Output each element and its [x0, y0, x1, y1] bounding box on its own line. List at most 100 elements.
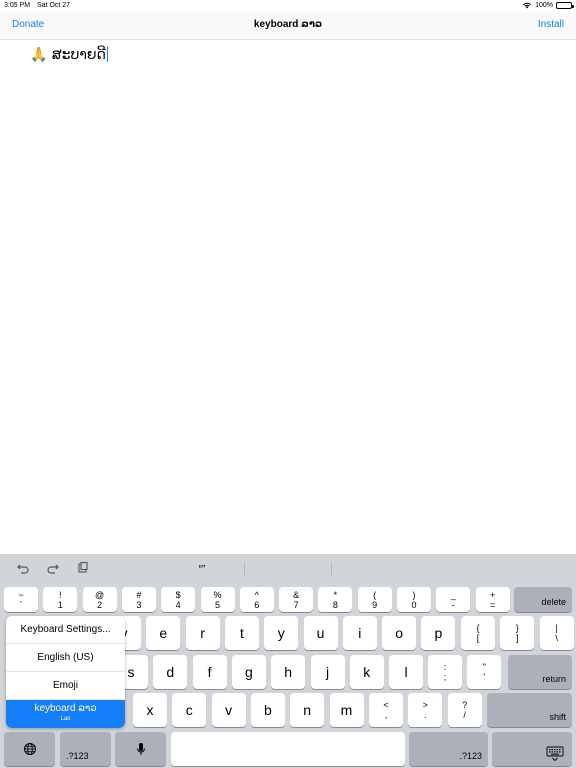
- key-glyphs: % 5: [213, 590, 221, 610]
- letter-key[interactable]: l: [389, 655, 424, 689]
- key-base-glyph: .: [424, 710, 427, 720]
- number-key[interactable]: + =: [475, 587, 510, 612]
- punctuation-key[interactable]: <,: [369, 693, 403, 727]
- bracket-key[interactable]: | \: [539, 616, 574, 650]
- letter-key[interactable]: u: [303, 616, 338, 650]
- letter-key[interactable]: r: [185, 616, 220, 650]
- letter-key[interactable]: h: [271, 655, 306, 689]
- key-shift-glyph: |: [555, 623, 558, 633]
- punctuation-key[interactable]: " ': [467, 655, 502, 689]
- key-shift-glyph: *: [333, 589, 338, 600]
- bracket-key[interactable]: {[: [461, 616, 495, 650]
- quote-suggestion[interactable]: “”: [192, 564, 212, 575]
- letter-key[interactable]: n: [290, 693, 325, 727]
- letter-key[interactable]: o: [382, 616, 417, 650]
- key-shift-glyph: @: [95, 589, 105, 600]
- menu-item-english-us[interactable]: English (US): [6, 644, 125, 672]
- letter-key[interactable]: t: [224, 616, 259, 650]
- status-right: 100%: [522, 1, 574, 9]
- menu-item-keyboard-settings[interactable]: Keyboard Settings...: [6, 616, 125, 644]
- globe-key[interactable]: [4, 732, 55, 766]
- number-key[interactable]: $4: [161, 587, 196, 612]
- key-shift-glyph: <: [383, 700, 389, 710]
- key-shift-glyph: !: [59, 589, 62, 600]
- number-key[interactable]: (9: [357, 587, 392, 612]
- menu-item-sublabel: Lao: [60, 716, 71, 722]
- letter-key[interactable]: x: [133, 693, 167, 727]
- letter-key[interactable]: m: [329, 693, 364, 727]
- battery-percent: 100%: [535, 1, 553, 9]
- menu-item-emoji[interactable]: Emoji: [6, 672, 125, 700]
- return-key[interactable]: return: [508, 655, 572, 689]
- delete-key[interactable]: delete: [514, 587, 572, 612]
- number-key[interactable]: % 5: [200, 587, 235, 612]
- number-key[interactable]: & 7: [279, 587, 314, 612]
- number-key[interactable]: _ -: [436, 587, 471, 612]
- key-glyphs: @2: [95, 590, 104, 610]
- undo-icon[interactable]: [16, 561, 30, 575]
- text-caret: [106, 46, 109, 62]
- shortcut-divider: [244, 562, 245, 576]
- bracket-key[interactable]: }]: [500, 616, 535, 650]
- text-editor[interactable]: 🙏 ສະບາຍດີ: [0, 41, 576, 554]
- letter-key[interactable]: j: [310, 655, 345, 689]
- number-key[interactable]: ) 0: [397, 587, 431, 612]
- menu-item-keyboard-lao[interactable]: keyboard ລາວ Lao: [6, 700, 125, 728]
- punctuation-key[interactable]: ? /: [447, 693, 482, 727]
- key-shift-glyph: ~: [18, 589, 24, 600]
- number-key[interactable]: ^ 6: [239, 587, 274, 612]
- globe-icon: [23, 743, 36, 755]
- key-base-glyph: 4: [175, 599, 181, 610]
- key-shift-glyph: {: [476, 623, 480, 633]
- status-bar: 3:05 PM Sat Oct 27 100%: [0, 0, 576, 12]
- dictation-key[interactable]: [115, 732, 166, 766]
- numbers-key-right[interactable]: .?123: [409, 732, 488, 766]
- letter-key[interactable]: g: [231, 655, 266, 689]
- key-base-glyph: =: [489, 599, 496, 610]
- key-glyphs: ^ 6: [254, 590, 259, 610]
- key-base-glyph: 9: [372, 599, 378, 610]
- key-glyphs: >.: [423, 700, 428, 720]
- editor-content[interactable]: 🙏 ສະບາຍດີ: [30, 46, 109, 63]
- letter-key[interactable]: i: [342, 616, 377, 650]
- number-key[interactable]: * 8: [318, 587, 353, 612]
- letter-key[interactable]: p: [421, 616, 456, 650]
- letter-key[interactable]: c: [172, 693, 207, 727]
- key-base-glyph: 3: [136, 599, 142, 610]
- key-base-glyph: 2: [97, 599, 103, 610]
- letter-key[interactable]: y: [264, 616, 299, 650]
- punctuation-key[interactable]: >.: [408, 693, 443, 727]
- folded-hands-emoji: 🙏: [30, 47, 48, 63]
- punctuation-key[interactable]: :;: [428, 655, 462, 689]
- key-glyphs: | \: [555, 623, 558, 643]
- letter-key[interactable]: f: [192, 655, 227, 689]
- key-shift-glyph: (: [373, 589, 377, 600]
- status-time: 3:05 PM: [4, 2, 31, 9]
- key-glyphs: + =: [490, 590, 495, 610]
- key-shift-glyph: :: [443, 662, 447, 672]
- shortcut-bar: “”: [0, 554, 576, 583]
- key-glyphs: <,: [383, 700, 388, 720]
- numbers-key-left[interactable]: .?123: [60, 732, 111, 766]
- letter-key[interactable]: k: [349, 655, 384, 689]
- number-key[interactable]: ~ `: [4, 587, 38, 612]
- letter-key[interactable]: v: [211, 693, 246, 727]
- key-base-glyph: 8: [332, 599, 338, 610]
- space-key[interactable]: [171, 732, 405, 766]
- letter-key[interactable]: b: [250, 693, 285, 727]
- page-title: keyboard ລາວ: [253, 19, 323, 30]
- key-shift-glyph: ^: [254, 589, 259, 600]
- redo-icon[interactable]: [46, 561, 60, 575]
- key-shift-glyph: +: [489, 589, 496, 600]
- letter-key[interactable]: d: [153, 655, 188, 689]
- shift-key[interactable]: shift: [487, 693, 572, 727]
- key-base-glyph: ,: [384, 710, 388, 720]
- microphone-icon: [136, 743, 145, 755]
- paste-icon[interactable]: [76, 561, 90, 575]
- number-key[interactable]: #3: [121, 587, 156, 612]
- dismiss-keyboard-key[interactable]: [492, 732, 572, 766]
- number-key[interactable]: ! 1: [43, 587, 78, 612]
- number-key[interactable]: @2: [82, 587, 117, 612]
- install-button[interactable]: Install: [538, 19, 564, 30]
- letter-key[interactable]: e: [146, 616, 181, 650]
